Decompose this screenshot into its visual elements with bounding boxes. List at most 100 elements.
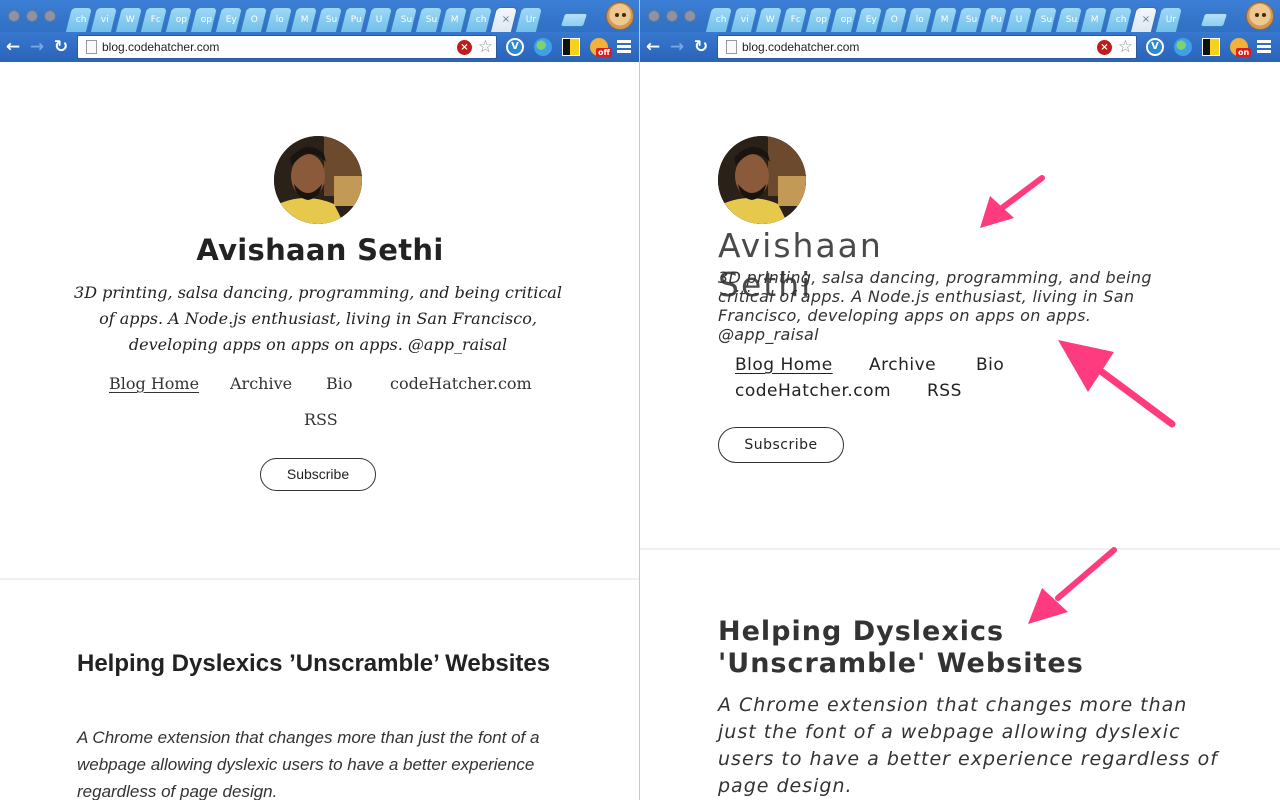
browser-tab[interactable]: O [239, 7, 269, 32]
profile-mascot-icon[interactable] [606, 2, 634, 30]
new-tab-button[interactable] [559, 13, 589, 27]
extension-globe-icon[interactable] [1174, 38, 1192, 56]
browser-tab[interactable]: lo [904, 7, 934, 32]
close-window-button[interactable] [648, 10, 660, 22]
post-title-link[interactable]: Helping Dyslexics 'Unscramble' Websites [718, 616, 1218, 680]
tabs: ch vi W Fc op op Ey O lo M Su Pu U Su Su… [64, 7, 544, 32]
zoom-window-button[interactable] [684, 10, 696, 22]
profile-bio: 3D printing, salsa dancing, programming,… [74, 283, 562, 354]
stop-icon[interactable]: × [457, 40, 472, 55]
browser-tab[interactable]: W [114, 7, 144, 32]
forward-arrow-icon[interactable]: → [667, 37, 687, 57]
section-divider [0, 578, 639, 580]
browser-tab[interactable]: vi [729, 7, 759, 32]
browser-tab[interactable]: Ey [214, 7, 244, 32]
browser-window-dyslexic-font: ch vi W Fc op op Ey O lo M Su Pu U Su Su… [640, 0, 1280, 800]
nav-codehatcher-link[interactable]: codeHatcher.com [390, 374, 532, 393]
subscribe-button[interactable]: Subscribe [260, 458, 376, 491]
avatar[interactable] [718, 136, 806, 224]
browser-tab[interactable]: Su [389, 7, 419, 32]
browser-tab[interactable]: Su [1054, 7, 1084, 32]
back-arrow-icon[interactable]: ← [643, 37, 663, 57]
profile-name: Avishaan Sethi [196, 233, 444, 267]
browser-tab[interactable]: Ur [1154, 7, 1184, 32]
browser-tab[interactable]: Ur [514, 7, 544, 32]
extension-state-label: off [596, 48, 612, 57]
stop-icon[interactable]: × [1097, 40, 1112, 55]
browser-tab[interactable]: M [439, 7, 469, 32]
nav-archive-link[interactable]: Archive [230, 374, 292, 393]
extension-bar-icon[interactable] [562, 38, 580, 56]
browser-tab[interactable]: U [1004, 7, 1034, 32]
browser-tab[interactable]: Su [1029, 7, 1059, 32]
forward-arrow-icon[interactable]: → [27, 37, 47, 57]
nav-blog-home-link[interactable]: Blog Home [735, 355, 833, 375]
browser-tab[interactable]: M [1079, 7, 1109, 32]
avatar[interactable] [274, 136, 362, 224]
browser-tab[interactable]: vi [89, 7, 119, 32]
browser-tab[interactable]: Fc [139, 7, 169, 32]
nav-archive-link[interactable]: Archive [869, 355, 936, 375]
star-icon[interactable]: ☆ [478, 37, 493, 57]
browser-tab[interactable]: Pu [339, 7, 369, 32]
extension-v-icon[interactable]: V [1146, 38, 1164, 56]
close-window-button[interactable] [8, 10, 20, 22]
browser-tab[interactable]: op [829, 7, 859, 32]
browser-tab[interactable]: lo [264, 7, 294, 32]
reload-icon[interactable]: ↻ [51, 37, 71, 57]
nav-codehatcher-link[interactable]: codeHatcher.com [735, 381, 891, 401]
annotation-arrow-icon [1058, 340, 1176, 428]
browser-tab[interactable]: Su [314, 7, 344, 32]
reload-icon[interactable]: ↻ [691, 37, 711, 57]
star-icon[interactable]: ☆ [1118, 37, 1133, 57]
post-title-link[interactable]: Helping Dyslexics ’Unscramble’ Websites [77, 648, 557, 679]
address-bar[interactable]: blog.codehatcher.com × ☆ [77, 35, 497, 59]
browser-tab[interactable]: Pu [979, 7, 1009, 32]
avatar-photo [718, 136, 806, 224]
nav-rss-link[interactable]: RSS [304, 410, 338, 429]
browser-tab[interactable]: ch [1104, 7, 1134, 32]
tab-strip: ch vi W Fc op op Ey O lo M Su Pu U Su Su… [640, 0, 1280, 32]
profile-mascot-icon[interactable] [1246, 2, 1274, 30]
close-tab-icon[interactable]: × [495, 8, 515, 25]
browser-tab[interactable]: W [754, 7, 784, 32]
browser-tab[interactable]: U [364, 7, 394, 32]
url-text[interactable]: blog.codehatcher.com [102, 40, 219, 54]
browser-tab[interactable]: M [929, 7, 959, 32]
minimize-window-button[interactable] [666, 10, 678, 22]
browser-tab[interactable]: ch [464, 7, 494, 32]
menu-icon[interactable] [1257, 40, 1271, 53]
nav-bio-link[interactable]: Bio [326, 374, 353, 393]
extension-bar-icon[interactable] [1202, 38, 1220, 56]
browser-tab[interactable]: M [289, 7, 319, 32]
menu-icon[interactable] [617, 40, 631, 53]
browser-tab[interactable]: Su [954, 7, 984, 32]
browser-tab-active[interactable]: × [1129, 7, 1159, 32]
page-icon [86, 40, 97, 54]
subscribe-button[interactable]: Subscribe [718, 427, 844, 463]
extension-v-icon[interactable]: V [506, 38, 524, 56]
nav-blog-home-link[interactable]: Blog Home [109, 374, 199, 393]
browser-tab[interactable]: Fc [779, 7, 809, 32]
browser-tab[interactable]: Su [414, 7, 444, 32]
minimize-window-button[interactable] [26, 10, 38, 22]
browser-tab[interactable]: Ey [854, 7, 884, 32]
nav-bio-link[interactable]: Bio [976, 355, 1004, 375]
annotation-arrow-icon [980, 175, 1045, 228]
browser-tab[interactable]: op [804, 7, 834, 32]
browser-tab[interactable]: op [164, 7, 194, 32]
url-text[interactable]: blog.codehatcher.com [742, 40, 859, 54]
browser-tab[interactable]: op [189, 7, 219, 32]
browser-tab-active[interactable]: × [489, 7, 519, 32]
extension-globe-icon[interactable] [534, 38, 552, 56]
nav-rss-link[interactable]: RSS [927, 381, 962, 401]
browser-tab[interactable]: ch [64, 7, 94, 32]
address-bar[interactable]: blog.codehatcher.com × ☆ [717, 35, 1137, 59]
back-arrow-icon[interactable]: ← [3, 37, 23, 57]
browser-tab[interactable]: O [879, 7, 909, 32]
browser-tab[interactable]: ch [704, 7, 734, 32]
new-tab-button[interactable] [1199, 13, 1229, 27]
zoom-window-button[interactable] [44, 10, 56, 22]
toolbar: ← → ↻ blog.codehatcher.com × ☆ V off [0, 32, 639, 62]
close-tab-icon[interactable]: × [1135, 8, 1155, 25]
